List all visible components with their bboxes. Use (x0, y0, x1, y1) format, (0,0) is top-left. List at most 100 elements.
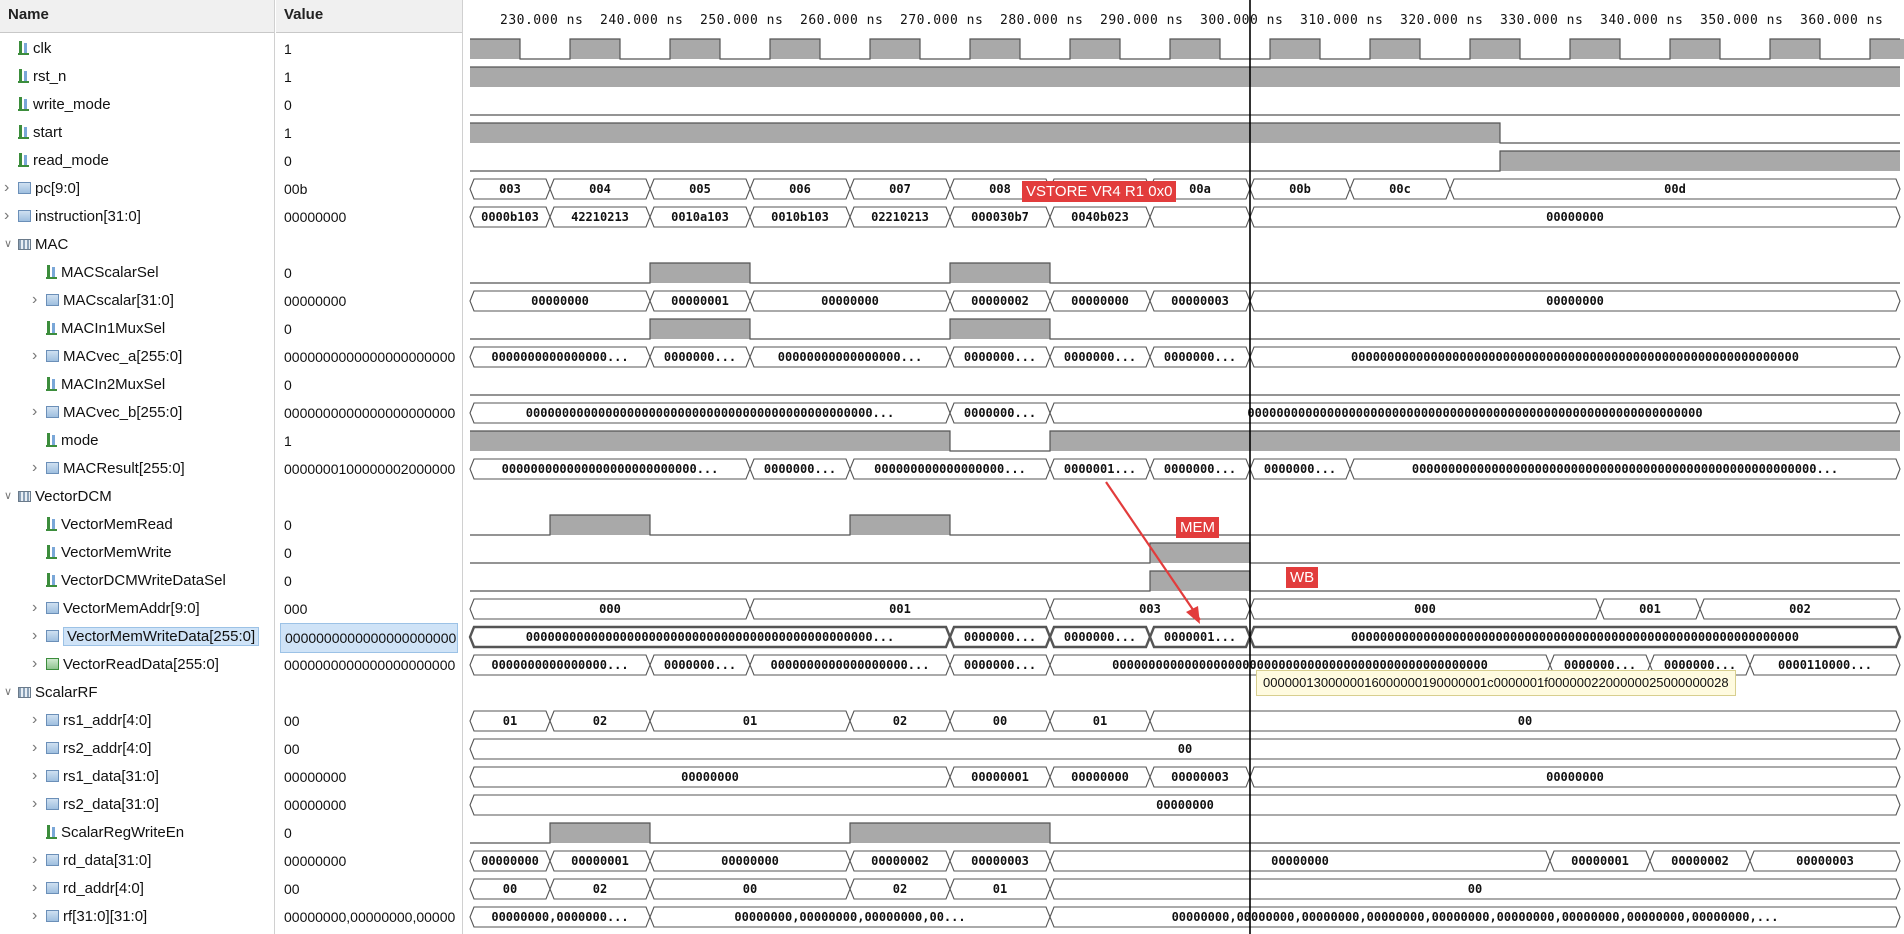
signal-value-cell[interactable]: 0000000000000000000000 (280, 651, 456, 679)
clock-high-pulse (1070, 39, 1120, 59)
signal-row-macin2muxsel[interactable]: MACIn2MuxSel (0, 371, 274, 399)
signal-row-mac[interactable]: ∨ MAC (0, 231, 274, 259)
signal-row-macscalar[interactable]: › MACscalar[31:0] (0, 287, 274, 315)
bus-value-label: 00000000 (681, 770, 739, 784)
signal-row-vectormemread[interactable]: VectorMemRead (0, 511, 274, 539)
bit-signal-icon (18, 97, 29, 111)
signal-value-cell[interactable]: 00 (280, 735, 456, 763)
bus-value-label: 01 (1093, 714, 1107, 728)
bus-value-label: 0000000... (664, 658, 736, 672)
signal-value-cell[interactable]: 1 (280, 427, 456, 455)
signal-value-cell[interactable]: 00000000 (280, 791, 456, 819)
signal-value-cell[interactable]: 0 (280, 567, 456, 595)
expand-chevron-icon[interactable]: › (32, 628, 40, 644)
signal-value-cell[interactable]: 0 (280, 147, 456, 175)
signal-value-cell[interactable]: 00000000 (280, 847, 456, 875)
signal-row-vectordcm[interactable]: ∨ VectorDCM (0, 483, 274, 511)
signal-row-rs2-addr[interactable]: › rs2_addr[4:0] (0, 735, 274, 763)
signal-value-cell[interactable]: 00 (280, 707, 456, 735)
expand-chevron-icon[interactable]: › (32, 348, 40, 364)
signal-row-vectormemwrite[interactable]: VectorMemWrite (0, 539, 274, 567)
signal-row-vectormemwritedata[interactable]: › VectorMemWriteData[255:0] (0, 623, 274, 651)
expand-chevron-icon[interactable]: › (4, 180, 12, 196)
signal-value-cell[interactable]: 0 (280, 91, 456, 119)
signal-value-cell[interactable]: 0 (280, 511, 456, 539)
signal-row-vectormemaddr[interactable]: › VectorMemAddr[9:0] (0, 595, 274, 623)
signal-value-cell[interactable]: 00000000,00000000,00000 (280, 903, 456, 931)
expand-chevron-icon[interactable]: › (32, 404, 40, 420)
signal-row-rst-n[interactable]: rst_n (0, 63, 274, 91)
expand-chevron-icon[interactable]: › (32, 600, 40, 616)
signal-value-cell[interactable]: 0000000000000000000000 (280, 399, 456, 427)
bus-signal-icon (46, 882, 59, 894)
signal-row-vectordcmwritedatasel[interactable]: VectorDCMWriteDataSel (0, 567, 274, 595)
signal-row-macvec-b[interactable]: › MACvec_b[255:0] (0, 399, 274, 427)
signal-value-cell[interactable]: 1 (280, 119, 456, 147)
expand-chevron-icon[interactable]: › (32, 292, 40, 308)
signal-value-cell[interactable]: 1 (280, 63, 456, 91)
signal-row-read-mode[interactable]: read_mode (0, 147, 274, 175)
expand-chevron-icon[interactable]: › (32, 908, 40, 924)
signal-row-instruction[interactable]: › instruction[31:0] (0, 203, 274, 231)
bus-value-label: 01 (743, 714, 757, 728)
signal-value-cell[interactable]: 0000000000000000000000 (280, 623, 458, 653)
expand-chevron-icon[interactable]: › (32, 768, 40, 784)
signal-row-macvec-a[interactable]: › MACvec_a[255:0] (0, 343, 274, 371)
signal-row-rd-data[interactable]: › rd_data[31:0] (0, 847, 274, 875)
signal-row-macresult[interactable]: › MACResult[255:0] (0, 455, 274, 483)
bus-value-label: 008 (989, 182, 1011, 196)
signal-value-cell[interactable]: 0000000000000000000000 (280, 343, 456, 371)
signal-row-rs2-data[interactable]: › rs2_data[31:0] (0, 791, 274, 819)
collapse-chevron-icon[interactable]: ∨ (4, 687, 12, 698)
expand-chevron-icon[interactable]: › (32, 852, 40, 868)
signal-value-cell[interactable]: 0 (280, 819, 456, 847)
signal-value-cell[interactable]: 0 (280, 371, 456, 399)
signal-value-cell[interactable] (280, 483, 456, 511)
expand-chevron-icon[interactable]: › (32, 712, 40, 728)
signal-row-macin1muxsel[interactable]: MACIn1MuxSel (0, 315, 274, 343)
signal-value: 1 (284, 433, 292, 449)
signal-row-scalarrf[interactable]: ∨ ScalarRF (0, 679, 274, 707)
expand-chevron-icon[interactable]: › (32, 740, 40, 756)
signal-value-cell[interactable]: 1 (280, 35, 456, 63)
signal-row-start[interactable]: start (0, 119, 274, 147)
signal-row-clk[interactable]: clk (0, 35, 274, 63)
bus-value-label: 0000000... (964, 350, 1036, 364)
signal-value-cell[interactable]: 0000000100000002000000 (280, 455, 456, 483)
signal-value-cell[interactable]: 00b (280, 175, 456, 203)
name-header[interactable]: Name (0, 0, 274, 33)
expand-chevron-icon[interactable]: › (32, 460, 40, 476)
signal-value-cell[interactable]: 0 (280, 539, 456, 567)
expand-chevron-icon[interactable]: › (32, 656, 40, 672)
expand-chevron-icon[interactable]: › (32, 796, 40, 812)
signal-value-cell[interactable]: 000 (280, 595, 456, 623)
bus-signal-icon (46, 714, 59, 726)
signal-value-cell[interactable]: 00000000 (280, 203, 456, 231)
signal-row-rd-addr[interactable]: › rd_addr[4:0] (0, 875, 274, 903)
collapse-chevron-icon[interactable]: ∨ (4, 491, 12, 502)
signal-value-cell[interactable] (280, 231, 456, 259)
signal-value-cell[interactable]: 0 (280, 259, 456, 287)
signal-row-pc[interactable]: › pc[9:0] (0, 175, 274, 203)
expand-chevron-icon[interactable]: › (32, 880, 40, 896)
signal-row-macscalarsel[interactable]: MACScalarSel (0, 259, 274, 287)
value-header[interactable]: Value (276, 0, 462, 33)
signal-row-mode[interactable]: mode (0, 427, 274, 455)
signal-row-rs1-data[interactable]: › rs1_data[31:0] (0, 763, 274, 791)
signal-row-rf[interactable]: › rf[31:0][31:0] (0, 903, 274, 931)
signal-row-write-mode[interactable]: write_mode (0, 91, 274, 119)
bus-value-label: 00000003 (971, 854, 1029, 868)
signal-value-cell[interactable]: 00000000 (280, 287, 456, 315)
signal-value-cell[interactable]: 00 (280, 875, 456, 903)
expand-chevron-icon[interactable]: › (4, 208, 12, 224)
signal-row-scalarregwriteen[interactable]: ScalarRegWriteEn (0, 819, 274, 847)
signal-value-cell[interactable]: 00000000 (280, 763, 456, 791)
signal-value-cell[interactable] (280, 679, 456, 707)
signal-row-vectorreaddata[interactable]: › VectorReadData[255:0] (0, 651, 274, 679)
signal-row-rs1-addr[interactable]: › rs1_addr[4:0] (0, 707, 274, 735)
signal-name: VectorMemAddr[9:0] (63, 600, 200, 617)
collapse-chevron-icon[interactable]: ∨ (4, 239, 12, 250)
signal-value-cell[interactable]: 0 (280, 315, 456, 343)
signal-high-level (650, 263, 750, 283)
waveform-canvas[interactable]: 230.000 ns 240.000 ns 250.000 ns 260.000 ns… (462, 0, 1904, 934)
